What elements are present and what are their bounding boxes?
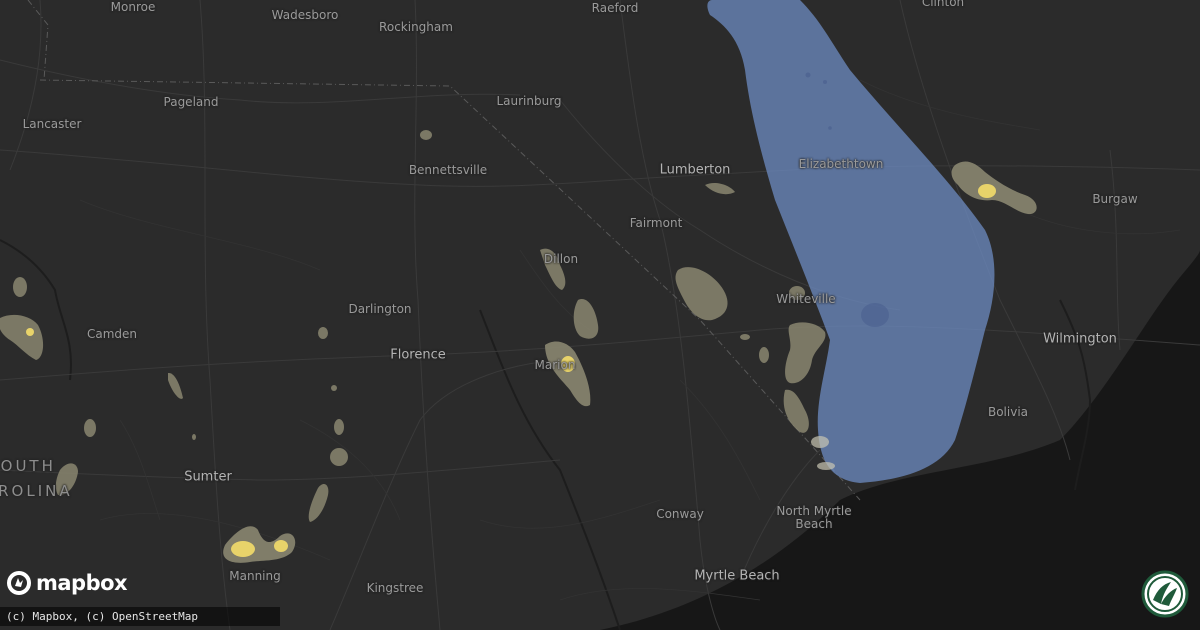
place-wilmington: Wilmington (1043, 331, 1117, 347)
place-darlington: Darlington (348, 302, 412, 316)
place-raeford: Raeford (591, 1, 639, 15)
place-north-myrtle-beach: North Myrtle Beach (776, 504, 852, 531)
ring-logo-icon (1141, 570, 1189, 618)
place-monroe: Monroe (110, 0, 156, 14)
place-wadesboro: Wadesboro (271, 8, 339, 22)
place-sumter: Sumter (184, 469, 232, 485)
place-conway: Conway (656, 507, 704, 521)
state-label-carolina: CAROLINA (0, 482, 73, 500)
place-whiteville: Whiteville (776, 292, 836, 306)
map-view[interactable]: Monroe Wadesboro Rockingham Raeford Clin… (0, 0, 1200, 630)
place-fairmont: Fairmont (629, 216, 683, 230)
place-lancaster: Lancaster (22, 117, 82, 131)
place-pageland: Pageland (163, 95, 219, 109)
place-camden: Camden (86, 327, 138, 341)
mapbox-logo-text: mapbox (36, 571, 128, 595)
place-lumberton: Lumberton (659, 162, 731, 178)
place-dillon: Dillon (543, 252, 579, 266)
state-label-south: SOUTH (0, 457, 56, 475)
mapbox-logo-icon (7, 571, 31, 595)
place-rockingham: Rockingham (379, 20, 453, 34)
place-florence: Florence (390, 347, 446, 363)
place-elizabethtown: Elizabethtown (798, 157, 884, 171)
map-attribution[interactable]: (c) Mapbox, (c) OpenStreetMap (0, 607, 280, 626)
place-laurinburg: Laurinburg (496, 94, 562, 108)
place-bolivia: Bolivia (987, 405, 1029, 419)
place-bennettsville: Bennettsville (408, 163, 488, 177)
mapbox-logo[interactable]: mapbox (6, 570, 128, 596)
place-clinton: Clinton (921, 0, 965, 9)
place-manning: Manning (229, 569, 281, 583)
place-marion: Marion (534, 358, 576, 372)
place-myrtle-beach: Myrtle Beach (694, 568, 780, 584)
place-kingstree: Kingstree (366, 581, 424, 595)
place-burgaw: Burgaw (1092, 192, 1138, 206)
